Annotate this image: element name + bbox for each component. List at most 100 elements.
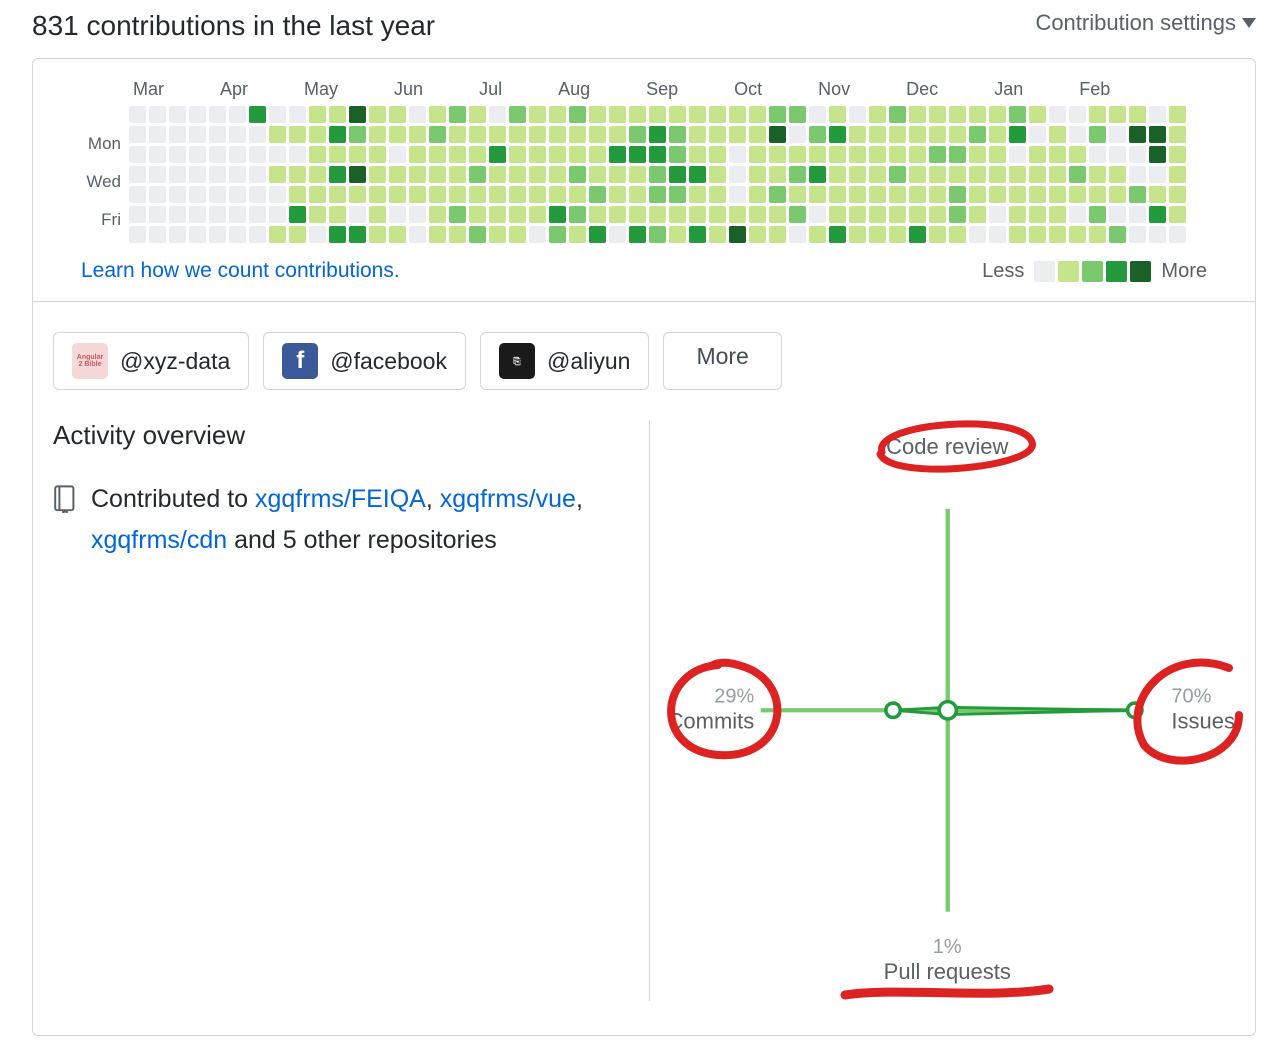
contribution-cell[interactable] (989, 106, 1006, 123)
contribution-cell[interactable] (989, 206, 1006, 223)
contribution-cell[interactable] (969, 206, 986, 223)
contribution-cell[interactable] (509, 206, 526, 223)
contribution-cell[interactable] (1089, 186, 1106, 203)
contribution-cell[interactable] (189, 226, 206, 243)
contribution-cell[interactable] (569, 206, 586, 223)
contribution-cell[interactable] (1129, 106, 1146, 123)
contribution-cell[interactable] (469, 126, 486, 143)
contribution-cell[interactable] (269, 226, 286, 243)
contribution-cell[interactable] (649, 126, 666, 143)
contribution-cell[interactable] (809, 126, 826, 143)
contribution-cell[interactable] (1149, 106, 1166, 123)
contribution-cell[interactable] (809, 166, 826, 183)
contribution-cell[interactable] (309, 146, 326, 163)
contribution-cell[interactable] (189, 186, 206, 203)
contribution-cell[interactable] (429, 126, 446, 143)
contribution-cell[interactable] (349, 106, 366, 123)
contribution-cell[interactable] (269, 206, 286, 223)
contribution-cell[interactable] (1149, 166, 1166, 183)
contribution-cell[interactable] (249, 206, 266, 223)
contribution-cell[interactable] (529, 126, 546, 143)
contribution-cell[interactable] (709, 226, 726, 243)
contribution-cell[interactable] (749, 126, 766, 143)
repo-link[interactable]: xgqfrms/cdn (91, 526, 227, 554)
contribution-cell[interactable] (949, 186, 966, 203)
contribution-cell[interactable] (929, 166, 946, 183)
contribution-cell[interactable] (469, 106, 486, 123)
contribution-cell[interactable] (769, 106, 786, 123)
contribution-cell[interactable] (569, 226, 586, 243)
contribution-cell[interactable] (189, 106, 206, 123)
contribution-cell[interactable] (649, 186, 666, 203)
contribution-cell[interactable] (909, 186, 926, 203)
contribution-cell[interactable] (1049, 166, 1066, 183)
contribution-cell[interactable] (649, 166, 666, 183)
contribution-cell[interactable] (1069, 186, 1086, 203)
contribution-cell[interactable] (629, 186, 646, 203)
contribution-cell[interactable] (989, 126, 1006, 143)
contribution-cell[interactable] (529, 186, 546, 203)
contribution-cell[interactable] (589, 186, 606, 203)
contribution-cell[interactable] (569, 186, 586, 203)
contribution-cell[interactable] (149, 206, 166, 223)
contribution-cell[interactable] (749, 206, 766, 223)
contribution-cell[interactable] (729, 126, 746, 143)
contribution-cell[interactable] (1069, 126, 1086, 143)
contribution-cell[interactable] (209, 206, 226, 223)
contribution-cell[interactable] (1069, 226, 1086, 243)
contribution-cell[interactable] (309, 206, 326, 223)
contribution-cell[interactable] (689, 186, 706, 203)
contribution-cell[interactable] (469, 206, 486, 223)
contribution-cell[interactable] (1009, 206, 1026, 223)
contribution-cell[interactable] (329, 106, 346, 123)
contribution-cell[interactable] (629, 146, 646, 163)
contribution-cell[interactable] (509, 186, 526, 203)
contribution-calendar[interactable] (129, 106, 1186, 243)
contribution-cell[interactable] (229, 146, 246, 163)
org-pill-aliyun[interactable]: ⎘@aliyun (480, 332, 649, 390)
contribution-cell[interactable] (729, 106, 746, 123)
contribution-cell[interactable] (369, 166, 386, 183)
contribution-cell[interactable] (949, 146, 966, 163)
contribution-cell[interactable] (569, 146, 586, 163)
contribution-cell[interactable] (849, 206, 866, 223)
contribution-cell[interactable] (829, 186, 846, 203)
contribution-cell[interactable] (389, 126, 406, 143)
contribution-cell[interactable] (689, 166, 706, 183)
contribution-cell[interactable] (589, 206, 606, 223)
contribution-cell[interactable] (629, 226, 646, 243)
contribution-cell[interactable] (349, 226, 366, 243)
contribution-cell[interactable] (1109, 226, 1126, 243)
contribution-cell[interactable] (429, 186, 446, 203)
contribution-cell[interactable] (129, 226, 146, 243)
contribution-cell[interactable] (849, 226, 866, 243)
contribution-cell[interactable] (869, 166, 886, 183)
contribution-cell[interactable] (969, 146, 986, 163)
contribution-cell[interactable] (349, 166, 366, 183)
contribution-cell[interactable] (1029, 126, 1046, 143)
contribution-cell[interactable] (1109, 206, 1126, 223)
contribution-cell[interactable] (789, 206, 806, 223)
contribution-cell[interactable] (1149, 146, 1166, 163)
contribution-cell[interactable] (189, 126, 206, 143)
contribution-cell[interactable] (1129, 126, 1146, 143)
contribution-cell[interactable] (1109, 186, 1126, 203)
contribution-cell[interactable] (749, 226, 766, 243)
contribution-cell[interactable] (1029, 226, 1046, 243)
contribution-cell[interactable] (589, 226, 606, 243)
contribution-cell[interactable] (669, 186, 686, 203)
contribution-cell[interactable] (569, 106, 586, 123)
contribution-cell[interactable] (529, 106, 546, 123)
contribution-cell[interactable] (1149, 206, 1166, 223)
contribution-cell[interactable] (229, 226, 246, 243)
contribution-cell[interactable] (809, 106, 826, 123)
contribution-cell[interactable] (1069, 166, 1086, 183)
contribution-cell[interactable] (929, 106, 946, 123)
contribution-cell[interactable] (849, 166, 866, 183)
contribution-cell[interactable] (1069, 106, 1086, 123)
contribution-cell[interactable] (969, 126, 986, 143)
contribution-cell[interactable] (1089, 206, 1106, 223)
contribution-cell[interactable] (149, 186, 166, 203)
contribution-cell[interactable] (689, 146, 706, 163)
contribution-cell[interactable] (989, 226, 1006, 243)
